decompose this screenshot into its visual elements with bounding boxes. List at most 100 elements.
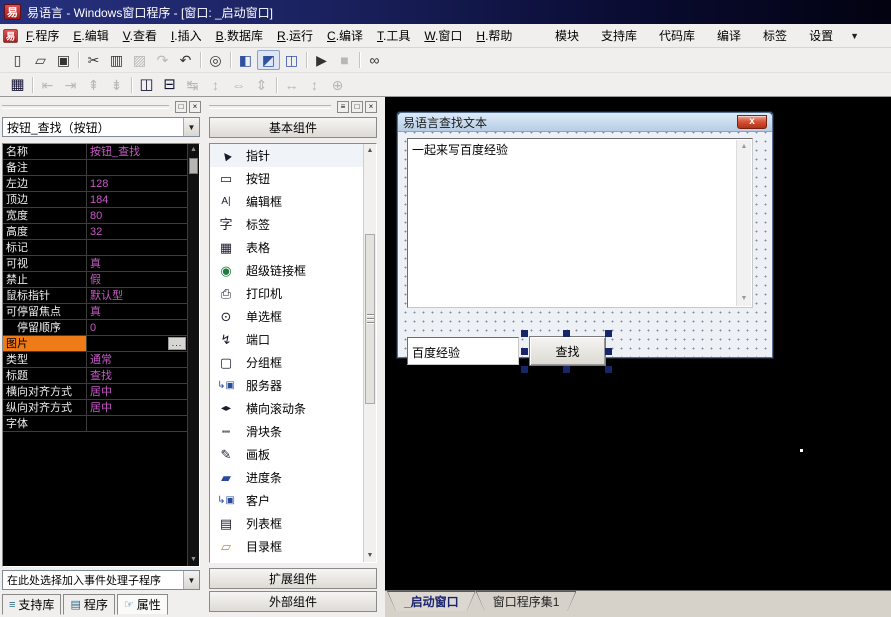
component-item[interactable]: ▱ 目录框 [210, 535, 376, 558]
find-button[interactable]: 查找 [529, 336, 606, 366]
scroll-down-icon[interactable]: ▼ [364, 549, 376, 562]
open-file-icon[interactable]: ▱ [29, 50, 52, 70]
align-bottom-icon[interactable]: ⇟ [105, 75, 128, 95]
designed-form[interactable]: 易语言查找文本 x 一起来写百度经验 ▲ ▼ 百度经验 查找 [397, 112, 773, 373]
property-row[interactable]: 纵向对齐方式 居中 [3, 400, 199, 416]
property-row[interactable]: 图片 ... [3, 336, 199, 352]
basic-components-button[interactable]: 基本组件 [209, 117, 377, 138]
space-across-icon[interactable]: ↹ [181, 75, 204, 95]
component-item[interactable]: ▦ 表格 [210, 236, 376, 259]
menu-item[interactable]: R.运行 [270, 25, 320, 46]
component-item[interactable]: ▰ 进度条 [210, 466, 376, 489]
extended-components-button[interactable]: 扩展组件 [209, 568, 377, 589]
designed-form-titlebar[interactable]: 易语言查找文本 x [398, 113, 772, 132]
component-selector[interactable]: 按钮_查找（按钮） ▼ [2, 117, 200, 137]
menu-item[interactable]: H.帮助 [469, 25, 519, 46]
component-item[interactable]: ◉ 超级链接框 [210, 259, 376, 282]
menu-item[interactable]: I.插入 [164, 25, 209, 46]
property-row[interactable]: 标题 查找 [3, 368, 199, 384]
panel-restore-icon[interactable]: □ [175, 100, 187, 113]
property-row[interactable]: 名称 按钮_查找 [3, 144, 199, 160]
center-horizontal-icon[interactable]: ◫ [135, 75, 158, 95]
stretch-width-icon[interactable]: ↔ [280, 75, 303, 95]
selection-handle[interactable] [563, 330, 570, 337]
selection-handle[interactable] [563, 366, 570, 373]
same-height-icon[interactable]: ⇕ [250, 75, 273, 95]
selection-handle[interactable] [605, 348, 612, 355]
property-row[interactable]: 横向对齐方式 居中 [3, 384, 199, 400]
external-components-button[interactable]: 外部组件 [209, 591, 377, 612]
stop-icon[interactable]: ■ [333, 50, 356, 70]
property-row[interactable]: 鼠标指针 默认型 [3, 288, 199, 304]
menu-item[interactable]: E.编辑 [66, 25, 115, 46]
property-row[interactable]: 顶边 184 [3, 192, 199, 208]
menu-item-right[interactable]: 编译 [706, 25, 752, 46]
layout-top-panel-icon[interactable]: ◩ [257, 50, 280, 70]
new-file-icon[interactable]: ▯ [6, 50, 29, 70]
layout-left-panel-icon[interactable]: ◧ [234, 50, 257, 70]
find-component-icon[interactable]: ∞ [363, 50, 386, 70]
component-item[interactable]: ▤ 列表框 [210, 512, 376, 535]
cut-icon[interactable]: ✂ [82, 50, 105, 70]
settings-dropdown-icon[interactable]: ▼ [844, 31, 873, 41]
redo-icon[interactable]: ↷ [151, 50, 174, 70]
selection-handle[interactable] [605, 366, 612, 373]
chevron-down-icon[interactable]: ▼ [183, 118, 199, 136]
save-icon[interactable]: ▣ [52, 50, 75, 70]
menu-item[interactable]: V.查看 [116, 25, 164, 46]
component-item[interactable]: A| 编辑框 [210, 190, 376, 213]
run-icon[interactable]: ▶ [310, 50, 333, 70]
form-grid-icon[interactable]: ▦ [6, 75, 29, 95]
menu-item-right[interactable]: 代码库 [648, 25, 706, 46]
panel-tab[interactable]: ▤ 程序 [63, 594, 115, 615]
property-row[interactable]: 可视 真 [3, 256, 199, 272]
paste-icon[interactable]: ▨ [128, 50, 151, 70]
center-vertical-icon[interactable]: ⊟ [158, 75, 181, 95]
event-handler-selector[interactable]: 在此处选择加入事件处理子程序 ▼ [2, 570, 200, 590]
scroll-thumb[interactable] [365, 234, 375, 404]
menu-item-right[interactable]: 支持库 [590, 25, 648, 46]
menu-item[interactable]: C.编译 [320, 25, 370, 46]
layout-mixed-panel-icon[interactable]: ◫ [280, 50, 303, 70]
scroll-down-icon[interactable]: ▼ [188, 554, 199, 566]
copy-icon[interactable]: ▥ [105, 50, 128, 70]
menu-item-right[interactable]: 设置 [798, 25, 844, 46]
menu-item[interactable]: F.程序 [19, 25, 66, 46]
property-row[interactable]: 高度 32 [3, 224, 199, 240]
property-row[interactable]: 宽度 80 [3, 208, 199, 224]
panel-tab[interactable]: ☞ 属性 [116, 594, 168, 615]
property-row[interactable]: 可停留焦点 真 [3, 304, 199, 320]
property-grid-scrollbar[interactable]: ▲ ▼ [187, 144, 199, 566]
property-row[interactable]: 标记 [3, 240, 199, 256]
property-panel-grip[interactable]: □ × [2, 100, 201, 113]
component-item[interactable]: ▭ 按钮 [210, 167, 376, 190]
menu-item[interactable]: W.窗口 [417, 25, 469, 46]
property-row[interactable]: 备注 [3, 160, 199, 176]
stretch-both-icon[interactable]: ⊕ [326, 75, 349, 95]
scroll-up-icon[interactable]: ▲ [188, 144, 199, 156]
panel-menu-icon[interactable]: ≡ [337, 100, 349, 113]
same-width-icon[interactable]: ⇔ [227, 75, 250, 95]
align-top-icon[interactable]: ⇞ [82, 75, 105, 95]
selection-handle[interactable] [521, 330, 528, 337]
component-item[interactable]: ⊙ 单选框 [210, 305, 376, 328]
menu-item[interactable]: B.数据库 [209, 25, 270, 46]
component-item[interactable]: ↳▣ 服务器 [210, 374, 376, 397]
property-row[interactable]: 停留顺序 0 [3, 320, 199, 336]
panel-restore-icon[interactable]: □ [351, 100, 363, 113]
component-item[interactable]: ◂▸ 横向滚动条 [210, 397, 376, 420]
window-titlebar[interactable]: 易 易语言 - Windows窗口程序 - [窗口: _启动窗口] [0, 0, 891, 24]
scroll-thumb[interactable] [189, 158, 198, 174]
selection-handle[interactable] [605, 330, 612, 337]
property-row[interactable]: 禁止 假 [3, 272, 199, 288]
scroll-up-icon[interactable]: ▲ [364, 144, 376, 157]
designer-tab[interactable]: _启动窗口 [387, 591, 476, 611]
designed-form-body[interactable]: 一起来写百度经验 ▲ ▼ 百度经验 查找 [398, 132, 772, 373]
align-right-icon[interactable]: ⇥ [59, 75, 82, 95]
toolbox-panel-grip[interactable]: ≡ □ × [209, 100, 377, 113]
picture-ellipsis-button[interactable]: ... [168, 337, 186, 350]
component-item[interactable]: ✎ 画板 [210, 443, 376, 466]
find-text-icon[interactable]: ◎ [204, 50, 227, 70]
close-icon[interactable]: x [737, 115, 767, 129]
menu-item-right[interactable]: 模块 [544, 25, 590, 46]
